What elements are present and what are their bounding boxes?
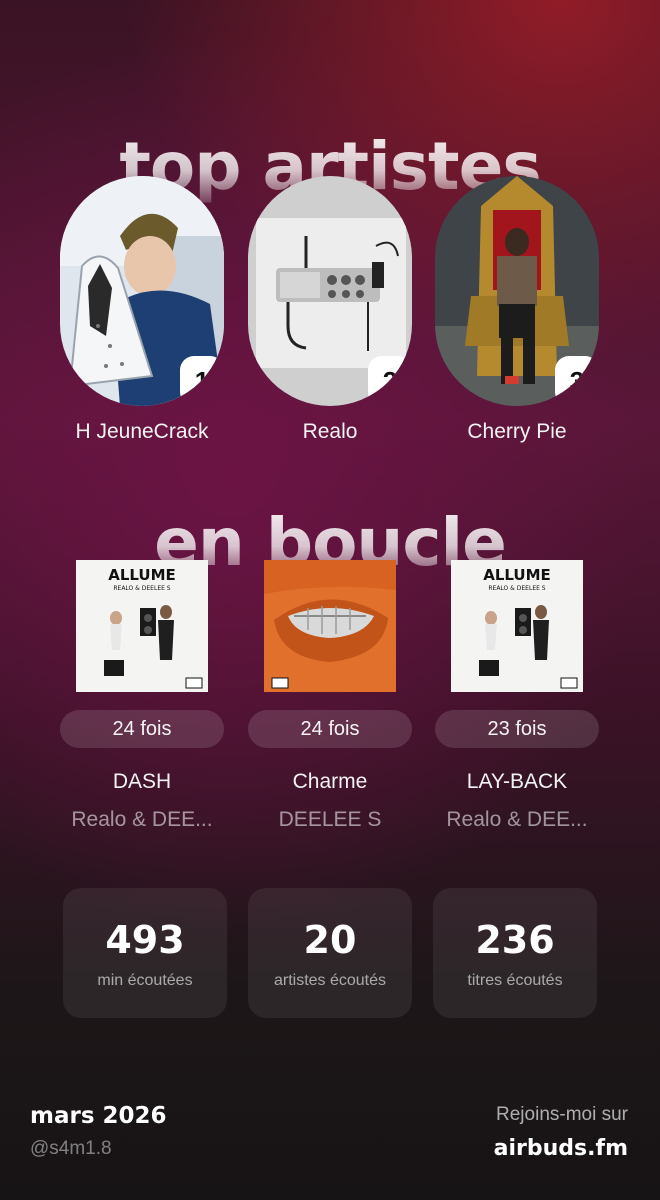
stat-label: artistes écoutés — [273, 972, 387, 989]
stat-label: titres écoutés — [467, 972, 563, 989]
album-cover: ALLUME REALO & DEELEE S — [451, 560, 583, 692]
rank-badge: 2 — [368, 356, 412, 406]
track-card[interactable]: ALLUME REALO & DEELEE S 23 fois LAY-BACK… — [435, 560, 599, 832]
artist-card[interactable]: 2 Realo — [248, 176, 412, 444]
artist-card[interactable]: 3 Cherry Pie — [435, 176, 599, 444]
cover-title: ALLUME — [483, 566, 551, 584]
album-cover — [264, 560, 396, 692]
track-card[interactable]: 24 fois Charme DEELEE S — [248, 560, 412, 832]
stat-value: 20 — [303, 918, 357, 962]
play-count: 24 fois — [248, 710, 412, 748]
artist-name: Cherry Pie — [467, 420, 567, 443]
user-handle[interactable]: @s4m1.8 — [30, 1138, 112, 1160]
track-title: Charme — [292, 770, 368, 793]
cover-title: ALLUME — [108, 566, 176, 584]
track-card[interactable]: ALLUME REALO & DEELEE S 24 fois DASH Rea… — [60, 560, 224, 832]
cover-subtitle: REALO & DEELEE S — [113, 585, 170, 592]
artist-photo: 2 — [248, 176, 412, 406]
rank-badge: 3 — [555, 356, 599, 406]
site-link[interactable]: airbuds.fm — [494, 1136, 628, 1161]
track-title: DASH — [112, 770, 172, 793]
artist-photo: 3 — [435, 176, 599, 406]
album-cover: ALLUME REALO & DEELEE S — [76, 560, 208, 692]
stat-artists: 20 artistes écoutés — [248, 888, 412, 1018]
join-text: Rejoins-moi sur — [496, 1104, 628, 1125]
rank-badge: 1 — [180, 356, 224, 406]
artist-name: Realo — [302, 420, 358, 443]
artist-card[interactable]: 1 H JeuneCrack — [60, 176, 224, 444]
stat-value: 493 — [105, 918, 185, 962]
track-artist: Realo & DEE... — [71, 808, 213, 831]
artist-name: H JeuneCrack — [75, 420, 209, 443]
cover-subtitle: REALO & DEELEE S — [488, 585, 545, 592]
track-artist: DEELEE S — [278, 808, 382, 831]
stat-value: 236 — [475, 918, 555, 962]
track-artist: Realo & DEE... — [446, 808, 588, 831]
play-count: 23 fois — [435, 710, 599, 748]
recap-card: top artistes 1 H JeuneCrack 2 Realo 3 Ch… — [0, 0, 660, 1200]
stat-minutes: 493 min écoutées — [63, 888, 227, 1018]
stat-label: min écoutées — [97, 972, 193, 989]
stat-tracks: 236 titres écoutés — [433, 888, 597, 1018]
play-count: 24 fois — [60, 710, 224, 748]
track-title: LAY-BACK — [466, 770, 568, 793]
artist-photo: 1 — [60, 176, 224, 406]
recap-date: mars 2026 — [30, 1103, 167, 1129]
